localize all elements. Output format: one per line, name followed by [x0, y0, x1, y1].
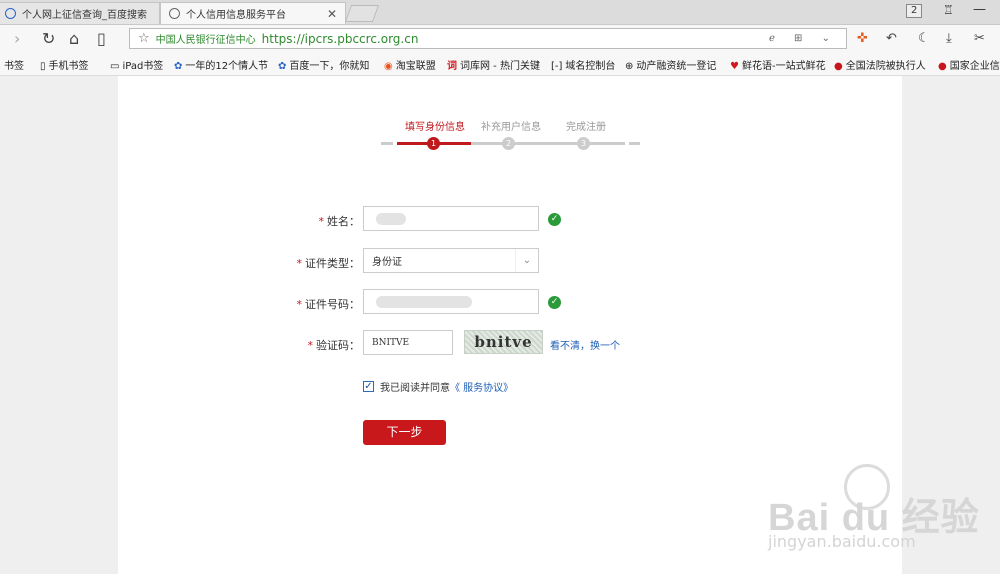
next-step-button[interactable]: 下一步 — [363, 420, 446, 445]
bookmark-item[interactable]: 词词库网 - 热门关键 — [447, 57, 540, 72]
name-label: * 姓名： — [318, 215, 361, 228]
close-tab-icon[interactable]: ✕ — [327, 7, 337, 21]
bookmark-item[interactable]: ◉ 淘宝联盟 — [384, 57, 436, 72]
reload-icon[interactable]: ↻ — [42, 29, 55, 49]
scissors-icon[interactable]: ✂ — [974, 29, 985, 49]
step-label-user-info: 补充用户信息 — [481, 122, 541, 133]
shirt-icon[interactable]: ♖ — [943, 3, 954, 17]
name-input[interactable] — [363, 206, 539, 231]
new-tab-button[interactable] — [344, 5, 380, 22]
phone-icon: ▯ — [40, 61, 46, 72]
tablet-icon: ▭ — [110, 61, 120, 72]
address-bar[interactable]: ☆ 中国人民银行征信中心 https://ipcrs.pbccrc.org.cn… — [129, 28, 847, 49]
step-track — [629, 142, 640, 145]
bookmark-item[interactable]: [-] 域名控制台 — [551, 57, 615, 72]
star-icon[interactable]: ☆ — [138, 31, 150, 46]
check-icon: ✓ — [548, 213, 561, 226]
bookmarks-bar: 书签 ▯ 手机书签 ▭ iPad书签 ✿ 一年的12个情人节 ✿ 百度一下，你就知 ◉ 淘… — [0, 53, 1000, 76]
url-text[interactable]: https://ipcrs.pbccrc.org.cn — [262, 32, 419, 46]
step-dot-2: 2 — [502, 137, 515, 150]
captcha-label: * 验证码： — [307, 339, 361, 352]
browser-tab-bar: 个人网上征信查询_百度搜索 个人信用信息服务平台 ✕ 2 ♖ — — [0, 0, 1000, 25]
taobao-icon: ◉ — [384, 61, 393, 72]
step-track — [471, 142, 625, 145]
baidu-paw-icon — [5, 8, 16, 19]
bookmark-item[interactable]: ▭ iPad书签 — [110, 57, 163, 72]
forward-icon[interactable]: › — [14, 29, 20, 49]
step-label-complete: 完成注册 — [566, 122, 606, 133]
bookmark-item[interactable]: ✿ 一年的12个情人节 — [174, 57, 268, 72]
globe-icon — [169, 8, 180, 19]
gamepad-icon[interactable]: ✜ — [857, 29, 868, 49]
id-type-select[interactable]: 身份证 ⌄ — [363, 248, 539, 273]
bookmark-item[interactable]: ⊕ 动产融资统一登记 — [625, 57, 716, 72]
step-label-identity: 填写身份信息 — [405, 122, 465, 133]
certificate-label: 中国人民银行征信中心 — [155, 35, 256, 46]
bookmark-item[interactable]: ▯ 手机书签 — [40, 57, 89, 72]
step-dot-3: 3 — [577, 137, 590, 150]
captcha-refresh-link[interactable]: 看不清，换一个 — [550, 337, 620, 352]
agreement-row: ✓ 我已阅读并同意 《 服务协议》 — [363, 379, 513, 394]
id-type-label: * 证件类型： — [296, 257, 361, 270]
baidu-watermark: Bai du 经验 jingyan.baidu.com — [768, 464, 998, 574]
browser-nav-bar: › ↻ ⌂ ▯ ☆ 中国人民银行征信中心 https://ipcrs.pbccr… — [0, 25, 1000, 53]
emblem-icon: ● — [938, 61, 947, 72]
minimize-icon[interactable]: — — [973, 2, 986, 17]
bookmark-item[interactable]: ♥ 鲜花语-一站式鲜花 — [730, 57, 826, 72]
step-track — [381, 142, 393, 145]
tab-title: 个人信用信息服务平台 — [186, 10, 286, 21]
bookmark-item[interactable]: ✿ 百度一下，你就知 — [278, 57, 369, 72]
bookmark-item[interactable]: ● 全国法院被执行人 — [834, 57, 926, 72]
reader-mode-icon[interactable]: ▯ — [97, 29, 106, 49]
tab-title: 个人网上征信查询_百度搜索 — [22, 10, 147, 21]
undo-icon[interactable]: ↶ — [886, 29, 897, 49]
address-tools-icon[interactable]: ℯ ⊞ ⌄ — [769, 33, 838, 44]
console-icon: [-] — [551, 61, 563, 72]
redacted-value — [376, 212, 406, 225]
captcha-image[interactable]: bnitve — [464, 330, 543, 354]
captcha-input[interactable]: BNITVE — [363, 330, 453, 355]
download-icon[interactable]: ⤓ — [946, 29, 952, 49]
tab-credit-platform[interactable]: 个人信用信息服务平台 ✕ — [160, 2, 346, 24]
bookmark-item[interactable]: ● 国家企业信 — [938, 57, 1000, 72]
bookmark-item[interactable]: 书签 — [4, 57, 24, 72]
baidu-paw-icon: ✿ — [278, 61, 287, 72]
tab-count-badge[interactable]: 2 — [906, 4, 923, 18]
agree-checkbox[interactable]: ✓ — [363, 381, 374, 392]
step-dot-1: 1 — [427, 137, 440, 150]
baidu-paw-icon: ✿ — [174, 61, 183, 72]
check-icon: ✓ — [548, 296, 561, 309]
service-agreement-link[interactable]: 《 服务协议》 — [450, 379, 513, 394]
heart-icon: ♥ — [730, 61, 739, 72]
agree-text: 我已阅读并同意 — [380, 383, 450, 394]
registration-steps: 填写身份信息 补充用户信息 完成注册 1 2 3 — [381, 118, 640, 150]
home-icon[interactable]: ⌂ — [69, 29, 79, 49]
emblem-icon: ● — [834, 61, 843, 72]
night-mode-icon[interactable]: ☾ — [918, 29, 930, 49]
tab-baidu-search[interactable]: 个人网上征信查询_百度搜索 — [0, 2, 160, 24]
id-number-input[interactable] — [363, 289, 539, 314]
chevron-down-icon[interactable]: ⌄ — [515, 249, 538, 272]
id-number-label: * 证件号码： — [296, 298, 361, 311]
ciku-icon: 词 — [447, 61, 457, 72]
globe-icon: ⊕ — [625, 61, 634, 72]
watermark-url: jingyan.baidu.com — [768, 532, 916, 551]
id-type-value: 身份证 — [372, 257, 402, 268]
redacted-value — [376, 295, 472, 308]
